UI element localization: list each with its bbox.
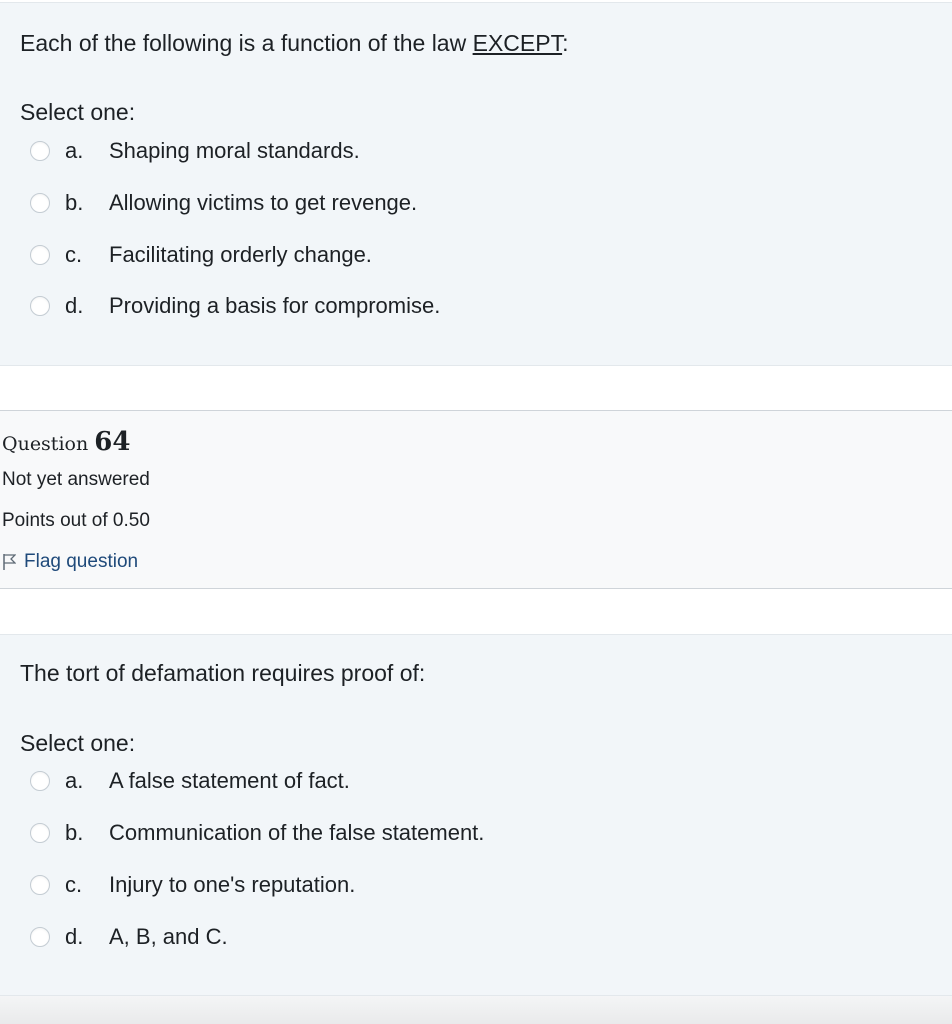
q63-option-b[interactable]: b. Allowing victims to get revenge. (30, 187, 417, 219)
radio-button-b[interactable] (30, 823, 50, 843)
flag-question-label: Flag question (24, 551, 139, 572)
select-one-label: Select one: (20, 99, 136, 125)
question-64-info: Question 64 Not yet answered Points out … (0, 410, 952, 589)
option-text: Facilitating orderly change. (109, 242, 372, 267)
option-letter: a. (65, 138, 84, 163)
question-title-prefix: Question (2, 433, 95, 455)
option-text: A false statement of fact. (109, 768, 350, 793)
q64-option-d[interactable]: d. A, B, and C. (30, 921, 228, 953)
option-text: Injury to one's reputation. (109, 872, 356, 897)
option-text: A, B, and C. (109, 924, 228, 949)
q63-option-d[interactable]: d. Providing a basis for compromise. (30, 290, 440, 322)
radio-button-b[interactable] (30, 193, 50, 213)
option-letter: c. (65, 872, 83, 897)
radio-button-a[interactable] (30, 771, 50, 791)
question-status: Not yet answered (2, 469, 150, 490)
question-title: Question 64 (2, 427, 130, 457)
option-letter: d. (65, 293, 84, 318)
q64-option-a[interactable]: a. A false statement of fact. (30, 765, 350, 797)
option-letter: b. (65, 820, 84, 845)
option-text: Allowing victims to get revenge. (109, 190, 418, 215)
question-63-text-main: Each of the following is a function of t… (20, 30, 473, 56)
option-letter: b. (65, 190, 84, 215)
q64-option-b[interactable]: b. Communication of the false statement. (30, 817, 484, 849)
question-63-content: Each of the following is a function of t… (0, 2, 952, 366)
flag-icon (3, 554, 16, 570)
radio-button-d[interactable] (30, 296, 50, 316)
option-letter: a. (65, 768, 84, 793)
question-63-text-end: : (562, 30, 569, 56)
flag-question-link[interactable]: Flag question (2, 551, 138, 573)
option-letter: d. (65, 924, 84, 949)
option-text: Providing a basis for compromise. (109, 293, 441, 318)
question-64-text: The tort of defamation requires proof of… (20, 660, 426, 686)
question-63-text: Each of the following is a function of t… (20, 29, 568, 57)
radio-button-d[interactable] (30, 927, 50, 947)
option-text: Communication of the false statement. (109, 820, 485, 845)
option-text: Shaping moral standards. (109, 138, 360, 163)
q63-option-a[interactable]: a. Shaping moral standards. (30, 135, 360, 167)
question-number: 64 (94, 427, 131, 457)
radio-button-a[interactable] (30, 141, 50, 161)
q64-option-c[interactable]: c. Injury to one's reputation. (30, 869, 355, 901)
q63-option-c[interactable]: c. Facilitating orderly change. (30, 239, 372, 271)
question-63-text-emphasis: EXCEPT (472, 30, 563, 56)
question-points: Points out of 0.50 (2, 510, 150, 531)
radio-button-c[interactable] (30, 875, 50, 895)
question-64-content: The tort of defamation requires proof of… (0, 634, 952, 996)
option-letter: c. (65, 242, 83, 267)
radio-button-c[interactable] (30, 245, 50, 265)
select-one-label: Select one: (20, 730, 136, 756)
bottom-divider (0, 996, 952, 1024)
